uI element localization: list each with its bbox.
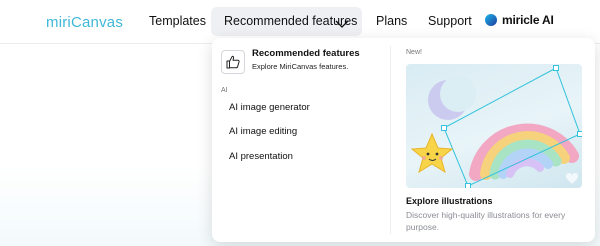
rainbow-illustration [410, 65, 582, 188]
thumbs-up-icon [221, 50, 245, 74]
menu-item-ai-presentation[interactable]: AI presentation [229, 151, 293, 162]
new-label: New! [406, 49, 422, 56]
nav-support[interactable]: Support [428, 14, 472, 28]
illustration-preview[interactable] [406, 64, 582, 188]
miricle-badge-icon [485, 14, 497, 26]
dropdown-divider [390, 46, 391, 234]
logo-text: miriCanvas [46, 13, 124, 31]
recommended-features-dropdown: Recommended features Explore MiriCanvas … [212, 38, 595, 242]
miricle-ai-label: miricle AI [502, 13, 554, 27]
feature-subtitle: Explore MiriCanvas features. [252, 62, 349, 71]
miricle-ai-link[interactable]: miricle AI [485, 13, 554, 27]
miricanvas-logo[interactable]: miriCanvas [46, 13, 123, 31]
recommended-features-card[interactable]: Recommended features Explore MiriCanvas … [221, 48, 371, 78]
section-label-ai: AI [221, 87, 228, 94]
menu-item-ai-image-editing[interactable]: AI image editing [229, 126, 297, 137]
nav-templates[interactable]: Templates [149, 14, 206, 28]
nav-recommended-features[interactable]: Recommended features [211, 7, 362, 36]
illustration-title[interactable]: Explore illustrations [406, 196, 493, 206]
feature-title: Recommended features [252, 48, 360, 59]
menu-item-ai-image-generator[interactable]: AI image generator [229, 102, 310, 113]
chevron-down-icon [335, 16, 349, 28]
nav-plans[interactable]: Plans [376, 14, 407, 28]
illustration-description: Discover high-quality illustrations for … [406, 210, 566, 232]
